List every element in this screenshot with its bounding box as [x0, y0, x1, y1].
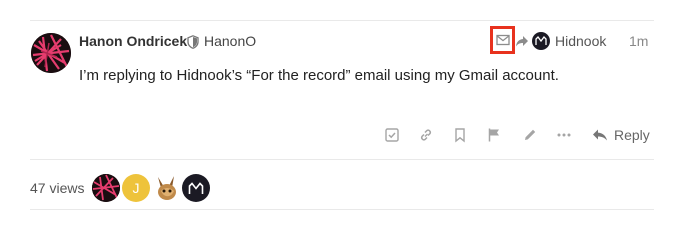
bottom-divider — [30, 209, 654, 210]
reply-arrow-icon — [593, 129, 607, 141]
bookmark-icon[interactable] — [452, 127, 468, 143]
participant-avatar[interactable] — [92, 174, 120, 202]
reply-button[interactable]: Reply — [592, 126, 650, 144]
more-icon[interactable] — [556, 127, 572, 143]
participant-initial: J — [132, 180, 140, 196]
envelope-icon — [495, 34, 510, 46]
author-name[interactable]: Hanon Ondricek — [79, 33, 187, 49]
participant-avatar[interactable] — [182, 174, 210, 202]
post-time[interactable]: 1m — [629, 33, 648, 49]
view-count: 47 views — [30, 180, 85, 196]
pencil-icon[interactable] — [522, 127, 538, 143]
participant-avatar[interactable]: J — [122, 174, 150, 202]
check-square-icon[interactable] — [384, 127, 400, 143]
flag-icon[interactable] — [486, 127, 502, 143]
author-handle[interactable]: HanonO — [204, 33, 256, 49]
reply-to-name[interactable]: Hidnook — [555, 33, 606, 49]
participant-avatar[interactable] — [152, 174, 180, 202]
post-footer-divider — [30, 159, 654, 160]
reply-button-label: Reply — [614, 127, 650, 143]
post-body: I’m replying to Hidnook’s “For the recor… — [79, 67, 559, 84]
reply-to-avatar[interactable] — [532, 32, 550, 50]
link-icon[interactable] — [418, 127, 434, 143]
author-avatar[interactable] — [31, 33, 71, 73]
reply-to-arrow-icon — [516, 36, 528, 47]
via-email-button[interactable] — [490, 26, 515, 54]
shield-icon — [187, 35, 199, 49]
top-divider — [30, 20, 654, 21]
